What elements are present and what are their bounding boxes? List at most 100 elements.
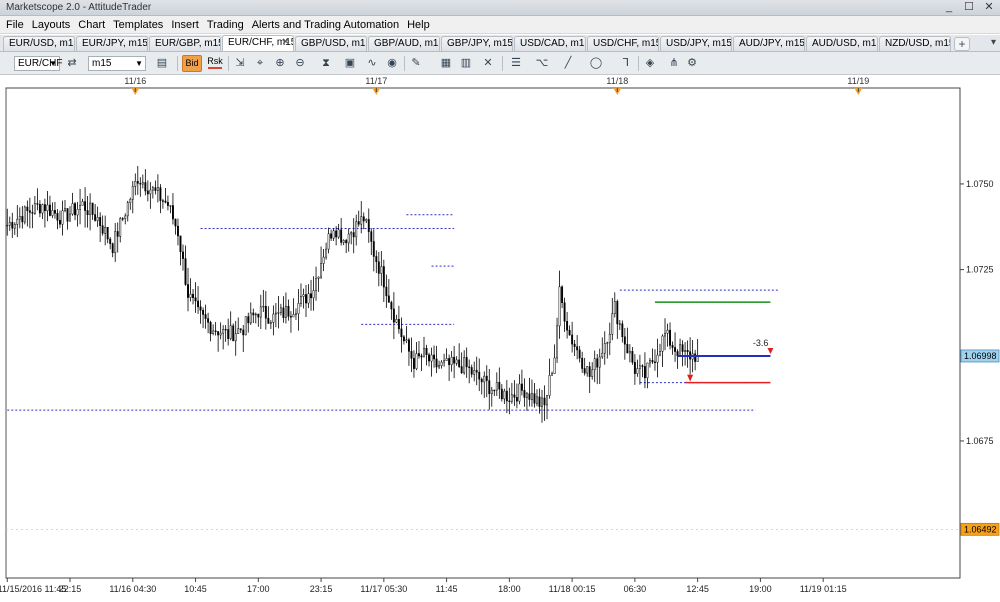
- maximize-button[interactable]: ☐: [962, 1, 976, 14]
- candle-body: [16, 218, 19, 225]
- candle-body: [18, 216, 21, 220]
- candle-body: [244, 316, 247, 336]
- instrument-select[interactable]: EUR/CHF ▼: [14, 56, 62, 71]
- menu-chart[interactable]: Chart: [74, 17, 109, 33]
- chart-type-icon[interactable]: ▤: [154, 56, 170, 71]
- toolbar-separator: [404, 56, 405, 71]
- candle-body: [187, 284, 189, 298]
- hourglass-icon[interactable]: ⧗: [318, 56, 334, 71]
- menu-insert[interactable]: Insert: [167, 17, 203, 33]
- tab-audusd[interactable]: AUD/USD, m15: [806, 36, 878, 51]
- candle-body: [500, 388, 503, 400]
- menu-layouts[interactable]: Layouts: [28, 17, 75, 33]
- bid-button[interactable]: Bid: [182, 55, 202, 72]
- risk-button[interactable]: Rsk: [205, 55, 225, 72]
- candle-body: [664, 332, 666, 337]
- window-title: Marketscope 2.0 - AttitudeTrader: [6, 2, 152, 13]
- candle-body: [305, 294, 307, 304]
- time-tick-label: 11/18 00:15: [549, 584, 596, 594]
- tab-eurchf[interactable]: EUR/CHF, m15 ✕: [222, 35, 294, 51]
- candle-body: [405, 339, 408, 342]
- candle-body: [453, 356, 456, 364]
- globe-icon[interactable]: ◉: [384, 56, 400, 71]
- minimize-button[interactable]: _: [942, 1, 956, 14]
- menu-alerts[interactable]: Alerts and Trading Automation: [248, 17, 403, 33]
- menu-file[interactable]: File: [2, 17, 28, 33]
- tab-close-icon[interactable]: ✕: [282, 36, 290, 50]
- candle-body: [684, 350, 687, 352]
- settings-icon[interactable]: ⚙: [684, 56, 700, 71]
- ellipse-icon[interactable]: ◯: [588, 56, 604, 71]
- zoom-out-icon[interactable]: ⊖: [292, 56, 308, 71]
- candle-body: [106, 226, 109, 240]
- close-button[interactable]: ✕: [982, 1, 996, 14]
- tab-gbpjpy[interactable]: GBP/JPY, m15: [441, 36, 513, 51]
- candle-body: [558, 286, 561, 327]
- add-tab-button[interactable]: +: [954, 37, 970, 51]
- candle-body: [543, 397, 546, 406]
- candle-body: [643, 366, 646, 379]
- candle-body: [423, 348, 425, 358]
- candle-body: [503, 390, 506, 400]
- menu-help[interactable]: Help: [403, 17, 434, 33]
- menu-trading[interactable]: Trading: [203, 17, 248, 33]
- tab-label: GBP/AUD, m15: [374, 38, 440, 49]
- lines-icon[interactable]: ☰: [508, 56, 524, 71]
- tab-gbpusd[interactable]: GBP/USD, m15: [295, 36, 367, 51]
- candle-body: [493, 389, 496, 392]
- tab-label: AUD/JPY, m15: [739, 38, 805, 49]
- template-icon[interactable]: ▥: [458, 56, 474, 71]
- candle-body: [232, 325, 235, 342]
- tab-eurjpy[interactable]: EUR/JPY, m15: [76, 36, 148, 51]
- fork-icon[interactable]: ⌥: [534, 56, 550, 71]
- candle-body: [23, 206, 26, 223]
- tab-nzdusd[interactable]: NZD/USD, m15: [879, 36, 951, 51]
- pencil-icon[interactable]: ✎: [408, 56, 424, 71]
- candle-body: [367, 219, 370, 232]
- timeframe-select[interactable]: m15 ▼: [88, 56, 146, 71]
- cursor-icon[interactable]: ⇲: [232, 56, 248, 71]
- tools-icon[interactable]: ✕: [480, 56, 496, 71]
- candle-body: [528, 393, 531, 400]
- toolbar-separator: [177, 56, 178, 71]
- image-icon[interactable]: ▦: [438, 56, 454, 71]
- candle-body: [485, 375, 488, 381]
- crosshair-icon[interactable]: ⌖: [252, 56, 268, 71]
- text-icon[interactable]: Ꞁ: [618, 56, 634, 71]
- candle-body: [242, 329, 245, 336]
- menu-templates[interactable]: Templates: [109, 17, 167, 33]
- chart-area[interactable]: 11/16 11/17 11/18 11/19 -3.6 1.0750 1.0725 1.…: [0, 76, 1000, 602]
- tab-usdjpy[interactable]: USD/JPY, m15: [660, 36, 732, 51]
- candle-body: [269, 322, 272, 324]
- price-chart[interactable]: 11/16 11/17 11/18 11/19 -3.6 1.0750 1.0725 1.…: [0, 76, 1000, 602]
- candle-body: [598, 356, 601, 368]
- time-tick-label: 11/16 04:30: [109, 584, 156, 594]
- candle-body: [282, 307, 285, 318]
- tab-eurgbp[interactable]: EUR/GBP, m15: [149, 36, 221, 51]
- candle-body: [659, 351, 661, 356]
- candle-body: [360, 216, 363, 225]
- time-tick-label: 12:45: [686, 584, 709, 594]
- tab-gbpaud[interactable]: GBP/AUD, m15: [368, 36, 440, 51]
- tab-eurusd[interactable]: EUR/USD, m15: [3, 36, 75, 51]
- tab-list-chevron-icon[interactable]: ▾: [991, 37, 996, 48]
- toolbar-separator: [638, 56, 639, 71]
- instrument-switch-icon[interactable]: ⇄: [64, 56, 80, 71]
- tab-usdchf[interactable]: USD/CHF, m15: [587, 36, 659, 51]
- candle-body: [76, 209, 79, 216]
- candle-body: [395, 319, 398, 323]
- candle-body: [212, 330, 215, 334]
- candle-body: [209, 322, 212, 334]
- eraser-icon[interactable]: ◈: [642, 56, 658, 71]
- top-date-label: 11/17: [365, 76, 387, 86]
- trendline-icon[interactable]: ╱: [560, 56, 576, 71]
- timeframe-value: m15: [92, 58, 112, 69]
- levels-icon[interactable]: ⋔: [666, 56, 682, 71]
- candle-body: [219, 332, 222, 336]
- link-icon[interactable]: ∿: [364, 56, 380, 71]
- tab-usdcad[interactable]: USD/CAD, m15: [514, 36, 586, 51]
- tab-audjpy[interactable]: AUD/JPY, m15: [733, 36, 805, 51]
- candle-body: [38, 204, 41, 214]
- properties-icon[interactable]: ▣: [342, 56, 358, 71]
- zoom-in-icon[interactable]: ⊕: [272, 56, 288, 71]
